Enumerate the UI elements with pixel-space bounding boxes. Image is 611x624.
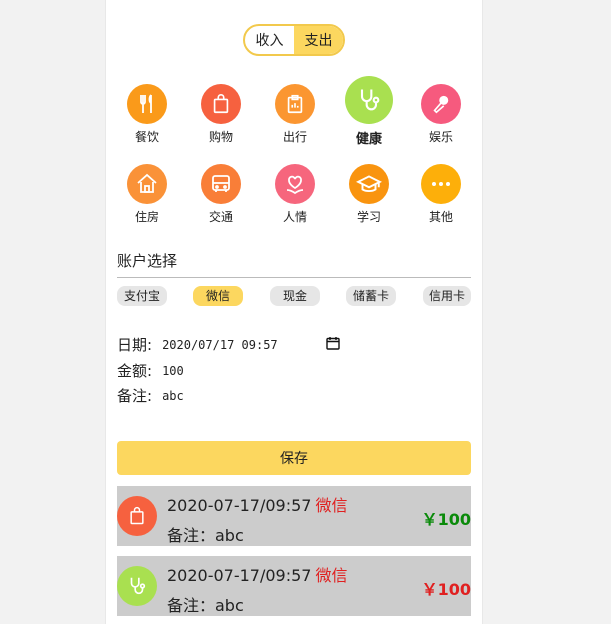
account-section-title: 账户选择	[117, 252, 178, 270]
amount-row: 金额: 100	[117, 360, 184, 381]
shopping-bag-icon	[117, 496, 157, 536]
graduation-cap-icon	[349, 164, 389, 204]
date-label: 日期:	[117, 336, 153, 354]
category-entertainment[interactable]: 娱乐	[411, 84, 471, 145]
account-chip-alipay[interactable]: 支付宝	[117, 286, 167, 306]
category-shopping[interactable]: 购物	[191, 84, 251, 145]
microphone-icon	[421, 84, 461, 124]
category-label: 人情	[282, 210, 307, 224]
save-button[interactable]: 保存	[117, 441, 471, 475]
income-expense-toggle: 收入 支出	[243, 24, 345, 56]
income-tab[interactable]: 收入	[245, 26, 294, 54]
more-icon	[421, 164, 461, 204]
category-study[interactable]: 学习	[339, 164, 399, 225]
category-health[interactable]: 健康	[339, 76, 399, 147]
record-amount: ￥100	[421, 510, 471, 529]
category-other[interactable]: 其他	[411, 164, 471, 225]
record-note: 备注：abc	[167, 596, 244, 615]
stethoscope-icon	[117, 566, 157, 606]
record-note: 备注：abc	[167, 526, 244, 545]
category-gifts[interactable]: 人情	[265, 164, 325, 225]
record-item[interactable]: 2020-07-17/09:57 微信 备注：abc ￥100	[117, 556, 471, 616]
heart-hands-icon	[275, 164, 315, 204]
account-chip-cash[interactable]: 现金	[270, 286, 320, 306]
category-dining[interactable]: 餐饮	[117, 84, 177, 145]
category-transport[interactable]: 交通	[191, 164, 251, 225]
calendar-icon[interactable]	[326, 336, 340, 354]
record-header: 2020-07-17/09:57 微信	[167, 562, 348, 586]
app-panel: 收入 支出 餐饮 购物 出行 健康 娱乐 住房 交通 人情 学习 其他 账户选择…	[105, 0, 483, 624]
note-input[interactable]: abc	[162, 389, 184, 403]
amount-input[interactable]: 100	[162, 364, 184, 378]
category-label: 购物	[208, 130, 233, 144]
stethoscope-icon	[345, 76, 393, 124]
account-chip-credit-card[interactable]: 信用卡	[423, 286, 471, 306]
note-row: 备注: abc	[117, 385, 184, 406]
category-label: 餐饮	[134, 130, 159, 144]
category-travel[interactable]: 出行	[265, 84, 325, 145]
category-label: 学习	[356, 210, 381, 224]
date-input[interactable]: 2020/07/17 09:57	[162, 338, 322, 352]
account-options: 支付宝 微信 现金 储蓄卡 信用卡	[117, 286, 471, 306]
record-account: 微信	[315, 566, 348, 585]
category-label: 交通	[208, 210, 233, 224]
record-datetime: 2020-07-17/09:57	[167, 496, 312, 515]
category-housing[interactable]: 住房	[117, 164, 177, 225]
category-label: 住房	[134, 210, 159, 224]
category-label: 出行	[282, 130, 307, 144]
category-label: 娱乐	[428, 130, 453, 144]
shopping-bag-icon	[201, 84, 241, 124]
category-label: 健康	[355, 132, 382, 147]
house-icon	[127, 164, 167, 204]
date-row: 日期: 2020/07/17 09:57	[117, 334, 340, 355]
divider	[117, 277, 471, 278]
record-header: 2020-07-17/09:57 微信	[167, 492, 348, 516]
utensils-icon	[127, 84, 167, 124]
amount-label: 金额:	[117, 362, 153, 380]
account-chip-wechat[interactable]: 微信	[193, 286, 243, 306]
bus-icon	[201, 164, 241, 204]
record-amount: ￥100	[421, 580, 471, 599]
category-label: 其他	[428, 210, 453, 224]
expense-tab[interactable]: 支出	[294, 26, 343, 54]
record-account: 微信	[315, 496, 348, 515]
note-label: 备注:	[117, 387, 153, 405]
record-datetime: 2020-07-17/09:57	[167, 566, 312, 585]
record-item[interactable]: 2020-07-17/09:57 微信 备注：abc ￥100	[117, 486, 471, 546]
clipboard-icon	[275, 84, 315, 124]
account-chip-savings-card[interactable]: 储蓄卡	[346, 286, 396, 306]
